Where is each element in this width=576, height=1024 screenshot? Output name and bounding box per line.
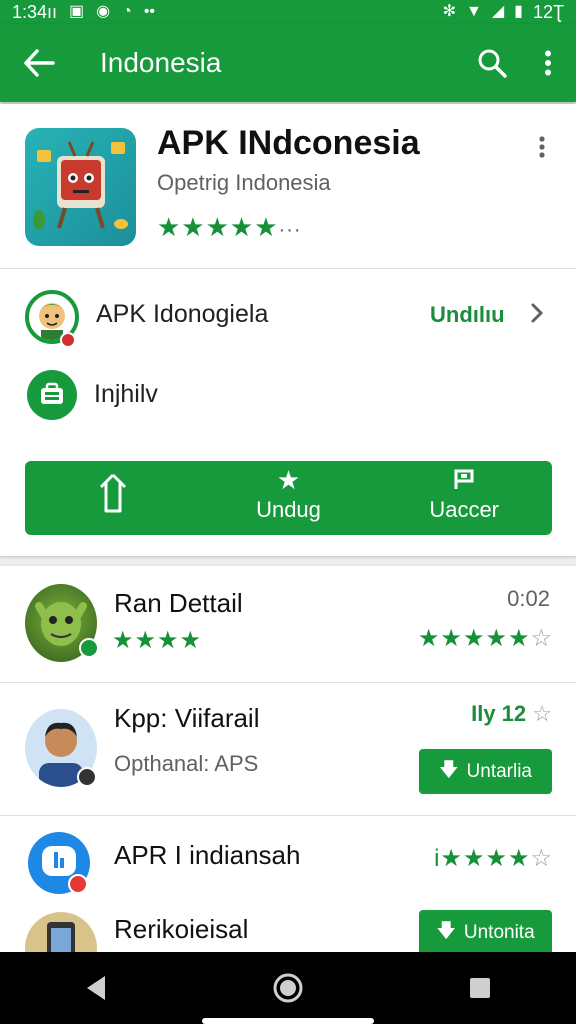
info-row[interactable]: Injhilv (0, 366, 576, 426)
item-name: Rerikoieisal (114, 914, 249, 944)
info-icon (27, 370, 77, 420)
battery-icon: ▮ (514, 3, 523, 20)
list-item[interactable]: Ran Dettail ★★★★ 0:02 ★★★★★☆ (0, 566, 576, 682)
share-icon (25, 471, 201, 520)
status-bar: 1:34ıı ▣ ◉ ◔ •• ✻ ▼ ◢ ▮ 12Ʈ (0, 0, 576, 24)
nav-home-icon[interactable] (248, 952, 328, 1024)
chevron-right-icon (530, 302, 544, 329)
share-button[interactable] (25, 461, 201, 535)
more-vert-icon[interactable] (520, 24, 576, 102)
flag-button[interactable]: Uaccer (376, 461, 552, 535)
app-detail-card: APK INdconesia Opetrig Indonesia ★★★★★··… (0, 104, 576, 556)
bluetooth-icon: ✻ (442, 3, 456, 20)
flag-label: Uaccer (429, 497, 500, 522)
status-time: 1:34ıı (12, 1, 58, 22)
info-label: Injhilv (94, 380, 158, 408)
download-button[interactable]: 🡇 Untonita (419, 910, 552, 952)
download-button-label: Untarlia (466, 760, 533, 782)
item-time: 0:02 (507, 586, 550, 611)
item-badge-icon (68, 874, 88, 894)
item-avatar-2 (25, 912, 97, 952)
developer-badge-icon (60, 332, 76, 348)
item-badge-icon (79, 638, 99, 658)
app-bar: Indonesia (0, 24, 576, 102)
photo-notification-icon: ▣ (69, 3, 85, 20)
item-left-stars: ★★★★ (112, 627, 203, 654)
search-icon[interactable] (464, 24, 520, 102)
item-rating-stars: ★★★★★ (417, 625, 531, 652)
item-meta: Ily 12 ☆ (471, 701, 552, 727)
page-title: Indonesia (100, 47, 222, 78)
app-rating-stars: ★★★★★··· (157, 212, 302, 243)
flag-icon (376, 469, 552, 494)
signal-icon: ◢ (491, 3, 505, 20)
system-nav-bar (0, 952, 576, 1024)
item-name: Ran Dettail (114, 588, 243, 618)
download-arrow-icon: 🡇 (436, 920, 456, 942)
item-rating: ★★★★★☆ (418, 624, 552, 653)
app-overflow-menu-icon[interactable] (530, 132, 554, 162)
nav-recents-icon[interactable] (440, 952, 520, 1024)
download-arrow-icon: 🡇 (438, 759, 459, 781)
developer-row[interactable]: APK Idonogiela Undılıu (0, 284, 576, 354)
app-stars-suffix: ··· (278, 219, 302, 241)
developer-name: APK Idonogiela (96, 300, 269, 328)
item-badge-icon (77, 767, 97, 787)
app-title: APK INdconesia (157, 124, 420, 162)
back-arrow-icon[interactable] (0, 24, 78, 102)
item-rating-empty: ☆ (530, 845, 552, 872)
gesture-handle (202, 1018, 374, 1024)
item-rating: i★★★★☆ (434, 844, 552, 873)
app-developer-subtitle: Opetrig Indonesia (157, 170, 331, 195)
item-name: APR I indiansah (114, 840, 301, 870)
item-name: Kpp: Viifarail (114, 703, 260, 733)
more-notifications-icon: •• (143, 3, 156, 20)
item-rating-empty: ☆ (530, 625, 552, 652)
developer-action-link[interactable]: Undılıu (430, 302, 505, 328)
undug-button[interactable]: ★ Undug (201, 461, 377, 535)
action-bar: ★ Undug Uaccer (25, 461, 552, 535)
clock-notification-icon: ◔ (122, 3, 132, 20)
divider (0, 268, 576, 269)
app-icon[interactable] (25, 128, 136, 246)
item-meta-text: Ily 12 (471, 701, 527, 726)
item-rating-stars: ★★★★ (440, 845, 531, 872)
item-sub: Opthanal: APS (114, 751, 259, 776)
status-right-text: 12Ʈ (532, 1, 564, 22)
app-notification-icon: ◉ (96, 3, 111, 20)
download-button-label: Untonita (463, 921, 535, 943)
list-item[interactable]: APR I indiansah i★★★★☆ Rerikoieisal 🡇 Unt… (0, 816, 576, 952)
download-button[interactable]: 🡇 Untarlia (419, 749, 552, 794)
related-apps-list: Ran Dettail ★★★★ 0:02 ★★★★★☆ Kpp: Viifar… (0, 566, 576, 952)
item-meta-star: ☆ (532, 701, 552, 726)
star-icon: ★ (276, 465, 301, 495)
undug-label: Undug (256, 497, 321, 522)
list-item[interactable]: Kpp: Viifarail Opthanal: APS Ily 12 ☆ 🡇 U… (0, 683, 576, 815)
nav-back-icon[interactable] (56, 952, 136, 1024)
app-stars: ★★★★★ (157, 212, 279, 242)
wifi-icon: ▼ (466, 3, 482, 20)
